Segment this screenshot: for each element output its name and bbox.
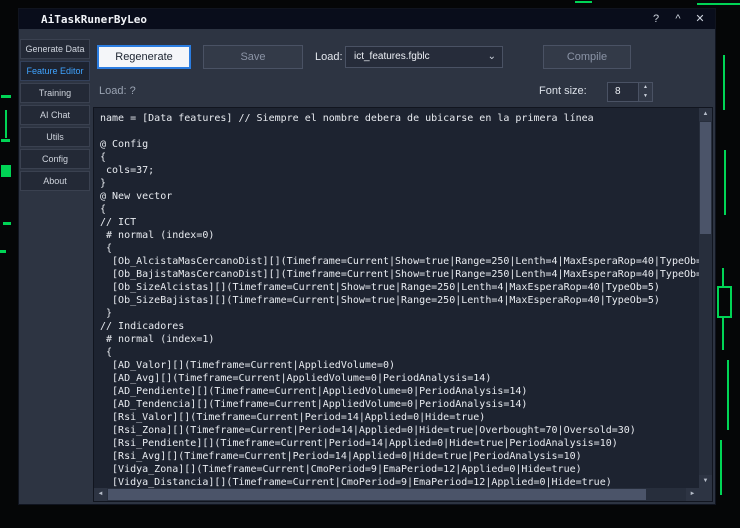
code-line: [Ob_AlcistaMasCercanoDist][](Timeframe=C…: [100, 255, 699, 268]
code-line: # normal (index=1): [100, 333, 699, 346]
code-line: // Indicadores: [100, 320, 699, 333]
font-size-value: 8: [615, 83, 621, 101]
scroll-down-icon[interactable]: ▼: [699, 475, 712, 488]
horizontal-scrollbar-thumb[interactable]: [108, 489, 646, 500]
code-line: [AD_Avg][](Timeframe=Current|AppliedVolu…: [100, 372, 699, 385]
chart-fragment: [722, 316, 724, 350]
code-line: {: [100, 203, 699, 216]
load-file-value: ict_features.fgblc: [354, 51, 430, 62]
vertical-scrollbar[interactable]: ▲ ▼: [699, 108, 712, 488]
sidebar-item-about[interactable]: About: [20, 171, 90, 191]
spinner-up-icon[interactable]: ▲: [639, 83, 652, 92]
save-button[interactable]: Save: [203, 45, 303, 69]
window-content: Generate Data Feature Editor Training AI…: [19, 29, 715, 504]
chart-fragment: [727, 360, 729, 430]
window-controls: ? ^ ✕: [645, 9, 711, 29]
vertical-scrollbar-thumb[interactable]: [700, 122, 711, 234]
compile-button[interactable]: Compile: [543, 45, 631, 69]
code-editor: name = [Data features] // Siempre el nom…: [93, 107, 713, 502]
code-line: [Ob_BajistaMasCercanoDist][](Timeframe=C…: [100, 268, 699, 281]
titlebar[interactable]: AiTaskRunerByLeo ? ^ ✕: [19, 9, 715, 29]
code-line: [Rsi_Pendiente][](Timeframe=Current|Peri…: [100, 437, 699, 450]
sidebar-item-utils[interactable]: Utils: [20, 127, 90, 147]
code-line: name = [Data features] // Siempre el nom…: [100, 112, 699, 125]
code-line: // ICT: [100, 216, 699, 229]
chart-fragment: [697, 3, 740, 5]
help-button[interactable]: ?: [645, 9, 667, 29]
collapse-button[interactable]: ^: [667, 9, 689, 29]
code-line: [Vidya_Zona][](Timeframe=Current|CmoPeri…: [100, 463, 699, 476]
scroll-right-icon[interactable]: ►: [686, 488, 699, 501]
spinner-down-icon[interactable]: ▼: [639, 92, 652, 101]
chart-candle-fragment: [717, 286, 732, 318]
regenerate-button[interactable]: Regenerate: [97, 45, 191, 69]
code-line: @ Config: [100, 138, 699, 151]
main-panel: Regenerate Save Load: ict_features.fgblc…: [91, 29, 715, 504]
sidebar: Generate Data Feature Editor Training AI…: [19, 29, 91, 504]
horizontal-scrollbar[interactable]: ◄ ►: [94, 488, 699, 501]
code-line: {: [100, 151, 699, 164]
chart-fragment: [1, 95, 11, 98]
code-line: [Ob_SizeAlcistas][](Timeframe=Current|Sh…: [100, 281, 699, 294]
scrollbar-corner: [699, 488, 712, 501]
close-button[interactable]: ✕: [689, 9, 711, 29]
chart-fragment: [724, 150, 726, 215]
code-line: [AD_Tendencia][](Timeframe=Current|Appli…: [100, 398, 699, 411]
chart-fragment: [1, 139, 10, 142]
chart-fragment: [1, 165, 11, 177]
sidebar-item-config[interactable]: Config: [20, 149, 90, 169]
chart-fragment: [5, 110, 7, 138]
code-line: [Rsi_Zona][](Timeframe=Current|Period=14…: [100, 424, 699, 437]
code-line: [AD_Pendiente][](Timeframe=Current|Appli…: [100, 385, 699, 398]
code-area[interactable]: name = [Data features] // Siempre el nom…: [94, 108, 699, 488]
spinner-buttons: ▲ ▼: [638, 83, 652, 101]
code-line: }: [100, 307, 699, 320]
load-status-text: Load: ?: [99, 85, 136, 97]
code-line: cols=37;: [100, 164, 699, 177]
chart-fragment: [575, 1, 592, 3]
scroll-up-icon[interactable]: ▲: [699, 108, 712, 121]
window-title: AiTaskRunerByLeo: [41, 13, 147, 26]
code-line: [AD_Valor][](Timeframe=Current|AppliedVo…: [100, 359, 699, 372]
code-line: # normal (index=0): [100, 229, 699, 242]
font-size-spinner[interactable]: 8 ▲ ▼: [607, 82, 653, 102]
chart-fragment: [722, 268, 724, 286]
code-line: [Ob_SizeBajistas][](Timeframe=Current|Sh…: [100, 294, 699, 307]
code-line: [Vidya_Distancia][](Timeframe=Current|Cm…: [100, 476, 699, 488]
chart-fragment: [0, 250, 6, 253]
code-line: }: [100, 177, 699, 190]
chart-fragment: [720, 440, 722, 495]
load-label: Load:: [315, 45, 343, 69]
code-line: {: [100, 346, 699, 359]
code-line: @ New vector: [100, 190, 699, 203]
sidebar-item-ai-chat[interactable]: AI Chat: [20, 105, 90, 125]
scroll-left-icon[interactable]: ◄: [94, 488, 107, 501]
load-file-dropdown[interactable]: ict_features.fgblc ⌄: [345, 46, 503, 68]
code-line: [100, 125, 699, 138]
sidebar-item-generate-data[interactable]: Generate Data: [20, 39, 90, 59]
sidebar-item-training[interactable]: Training: [20, 83, 90, 103]
code-line: [Rsi_Valor][](Timeframe=Current|Period=1…: [100, 411, 699, 424]
chevron-down-icon: ⌄: [488, 47, 496, 67]
font-size-label: Font size:: [539, 85, 587, 97]
app-window: AiTaskRunerByLeo ? ^ ✕ Generate Data Fea…: [18, 8, 716, 505]
sidebar-item-feature-editor[interactable]: Feature Editor: [20, 61, 90, 81]
code-line: {: [100, 242, 699, 255]
code-line: [Rsi_Avg][](Timeframe=Current|Period=14|…: [100, 450, 699, 463]
chart-fragment: [3, 222, 11, 225]
chart-fragment: [723, 55, 725, 110]
